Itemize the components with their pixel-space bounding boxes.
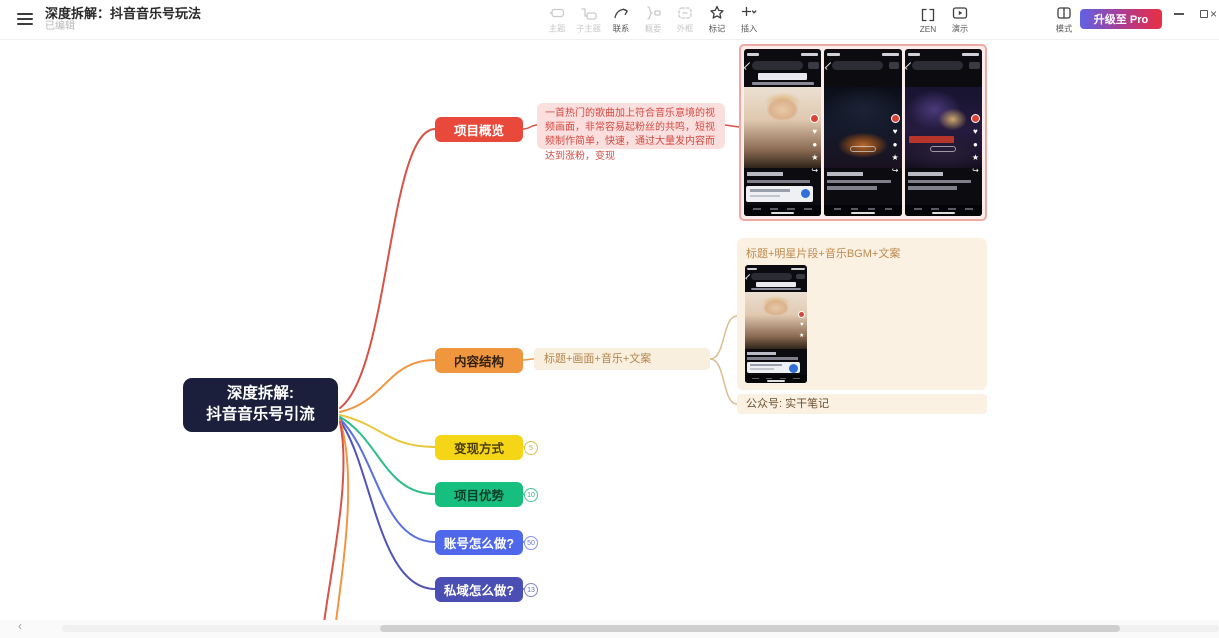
connector-root-offscreen-1	[334, 420, 348, 638]
zen-mode-button[interactable]: ZEN	[912, 4, 944, 36]
connector-structure-child	[523, 359, 534, 360]
connector-overview-note	[523, 125, 537, 129]
public-account-note[interactable]: 公众号: 实干笔记	[737, 394, 987, 414]
relationship-icon	[613, 5, 629, 21]
connector-child-bigpanel	[710, 316, 737, 359]
public-account-text: 公众号: 实干笔记	[746, 398, 829, 410]
connector-root-offscreen-2	[322, 422, 344, 638]
topic-button[interactable]: 主题	[541, 4, 573, 36]
menu-icon[interactable]	[17, 13, 33, 25]
summary-button[interactable]: 概要	[637, 4, 669, 36]
scroll-left-arrow-icon[interactable]: ‹	[18, 619, 22, 633]
star-marker-icon	[709, 5, 725, 21]
structure-detail-panel[interactable]: 标题+明星片段+音乐BGM+文案 ♥★	[737, 238, 987, 390]
collapse-badge-private[interactable]: 13	[524, 583, 538, 597]
document-title-block[interactable]: 深度拆解：抖音音乐号玩法 已编辑	[45, 6, 201, 33]
root-topic-line1: 深度拆解:	[227, 384, 294, 405]
mode-button[interactable]: 模式	[1048, 4, 1080, 36]
mindmap-app-window: 深度拆解: 抖音音乐号引流 项目概览 一首热门的歌曲加上符合音乐意境的视频画面，…	[0, 0, 1219, 638]
marker-button[interactable]: 标记	[701, 4, 733, 36]
branch-monetization[interactable]: 变现方式	[435, 435, 523, 460]
mindmap-canvas[interactable]: 深度拆解: 抖音音乐号引流 项目概览 一首热门的歌曲加上符合音乐意境的视频画面，…	[0, 0, 1219, 638]
structure-child-note[interactable]: 标题+画面+音乐+文案	[534, 348, 710, 370]
connector-root-to-overview	[340, 129, 435, 408]
branch-project-overview[interactable]: 项目概览	[435, 117, 523, 142]
mini-phone-screenshot: ♥★	[745, 265, 807, 383]
document-title: 深度拆解：抖音音乐号玩法	[45, 6, 201, 21]
branch-label: 项目优势	[454, 485, 504, 504]
minimize-button[interactable]	[1168, 0, 1190, 28]
branch-label: 变现方式	[454, 438, 504, 457]
connector-lines-layer	[0, 0, 1219, 638]
branch-advantages[interactable]: 项目优势	[435, 482, 523, 507]
branch-content-structure[interactable]: 内容结构	[435, 348, 523, 373]
connector-root-to-monetize	[340, 415, 435, 447]
connector-root-to-account	[340, 419, 435, 542]
collapse-badge-advantages[interactable]: 10	[524, 488, 538, 502]
connector-root-to-advantage	[340, 417, 435, 494]
plus-insert-icon	[741, 5, 757, 21]
collapse-badge-account[interactable]: 50	[524, 536, 538, 550]
branch-label: 账号怎么做?	[444, 533, 514, 552]
branch-account-howto[interactable]: 账号怎么做?	[435, 530, 523, 555]
layout-mode-icon	[1056, 5, 1072, 21]
branch-label: 私域怎么做?	[444, 580, 514, 599]
structure-detail-title: 标题+明星片段+音乐BGM+文案	[746, 245, 978, 261]
horizontal-scrollbar-thumb[interactable]	[380, 625, 1120, 632]
branch-private-domain-howto[interactable]: 私域怎么做?	[435, 577, 523, 602]
subtopic-button[interactable]: 子主题	[573, 4, 605, 36]
structure-child-text: 标题+画面+音乐+文案	[544, 353, 651, 365]
summary-icon	[645, 5, 661, 21]
close-button[interactable]: ×	[1210, 0, 1219, 28]
phone-screenshot-portrait: ♥●★↪	[744, 49, 821, 216]
branch-label: 内容结构	[454, 351, 504, 370]
upgrade-pro-button[interactable]: 升级至 Pro	[1080, 9, 1162, 29]
present-button[interactable]: 演示	[944, 4, 976, 36]
relationship-button[interactable]: 联系	[605, 4, 637, 36]
boundary-icon	[677, 5, 693, 21]
play-presentation-icon	[952, 5, 968, 21]
connector-root-to-structure	[340, 360, 435, 412]
video-screenshots-attachment[interactable]: ♥●★↪ ♥●★↪ ♥●★↪	[739, 44, 987, 221]
zen-brackets-icon	[920, 7, 936, 23]
insert-button[interactable]: 插入	[733, 4, 765, 36]
save-status: 已编辑	[45, 21, 201, 33]
phone-screenshot-concert: ♥●★↪	[905, 49, 982, 216]
overview-note[interactable]: 一首热门的歌曲加上符合音乐意境的视频画面，非常容易起粉丝的共鸣，短视频制作简单，…	[537, 103, 725, 149]
subtopic-icon	[581, 5, 597, 21]
topic-icon	[549, 5, 565, 21]
toolbar: 深度拆解：抖音音乐号玩法 已编辑 主题 子主题 联系 概要 外框	[0, 0, 1219, 40]
boundary-button[interactable]: 外框	[669, 4, 701, 36]
root-topic-line2: 抖音音乐号引流	[206, 405, 315, 426]
collapse-badge-monetization[interactable]: 5	[524, 441, 538, 455]
branch-label: 项目概览	[454, 120, 504, 139]
root-topic[interactable]: 深度拆解: 抖音音乐号引流	[183, 378, 338, 432]
phone-screenshot-night-road: ♥●★↪	[824, 49, 901, 216]
connector-child-pubnode	[710, 359, 737, 404]
connector-note-screenshots	[725, 125, 739, 127]
